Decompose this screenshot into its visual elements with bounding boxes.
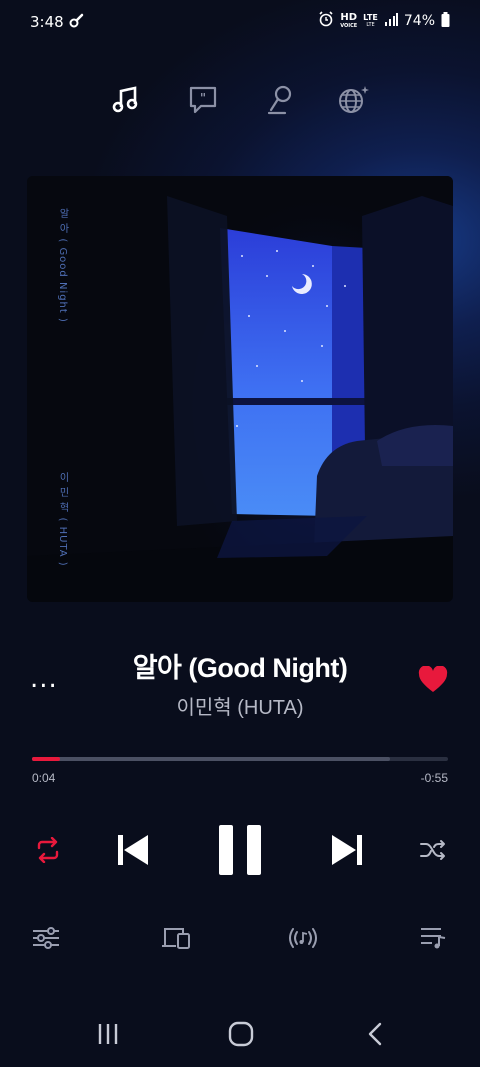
like-button[interactable] [418,665,450,698]
devices-icon [161,925,191,955]
album-art-artist: 이 민 혁 ( HUTA ) [57,472,68,567]
queue-button[interactable] [416,922,452,958]
svg-text:": " [200,91,206,105]
equalizer-icon [31,925,61,955]
lyrics-icon: " [187,84,219,120]
album-art[interactable]: 알 아 ( Good Night ) 이 민 혁 ( HUTA ) [27,176,453,602]
pacifier-icon [68,13,84,33]
skip-previous-icon [116,833,150,871]
lte-label: LTE [363,13,378,22]
alarm-icon [318,11,334,31]
seek-bar-fill [32,757,61,761]
tab-music[interactable] [106,82,146,122]
queue-icon [419,925,449,955]
signal-icon [384,12,398,30]
hd-voice-label: HD [340,12,358,23]
voice-label: VOICE [340,23,358,29]
devices-button[interactable] [158,922,194,958]
status-time: 3:48 [30,13,64,31]
home-button[interactable] [224,1020,258,1052]
repeat-button[interactable] [30,836,66,868]
lte-sub-label: LTE [366,22,375,28]
home-icon [228,1021,254,1051]
next-button[interactable] [326,832,368,872]
seek-bar-buffer [32,757,390,761]
radio-button[interactable] [285,922,321,958]
tab-karaoke[interactable] [260,82,300,122]
elapsed-time: 0:04 [32,771,56,785]
seek-bar[interactable] [32,757,448,761]
repeat-icon [34,836,62,867]
equalizer-button[interactable] [28,922,64,958]
heart-icon [418,665,448,698]
globe-icon [336,84,370,120]
remaining-time: -0:55 [420,771,448,785]
previous-button[interactable] [112,832,154,872]
pause-icon [217,824,263,880]
recents-button[interactable] [92,1022,124,1050]
album-art-image [27,176,453,602]
back-icon [366,1022,386,1050]
battery-percent: 74% [403,13,435,29]
status-bar: 3:48 HD VOICE LTE LTE 74% [0,0,480,44]
recents-icon [96,1022,120,1050]
shuffle-icon [420,839,446,865]
pause-button[interactable] [214,822,266,882]
tab-global[interactable] [333,82,373,122]
back-button[interactable] [360,1022,392,1050]
system-nav-bar [0,1014,480,1058]
track-title: 알아 (Good Night) [132,653,348,683]
skip-next-icon [330,833,364,871]
tab-lyrics[interactable]: " [183,82,223,122]
album-art-title: 알 아 ( Good Night ) [57,208,68,323]
view-tabs: " [0,82,480,122]
track-artist[interactable]: 이민혁 (HUTA) [0,691,480,720]
music-note-icon [111,85,141,119]
shuffle-button[interactable] [416,836,450,868]
microphone-icon [265,84,295,120]
radio-icon [286,925,320,955]
battery-icon [441,11,450,31]
